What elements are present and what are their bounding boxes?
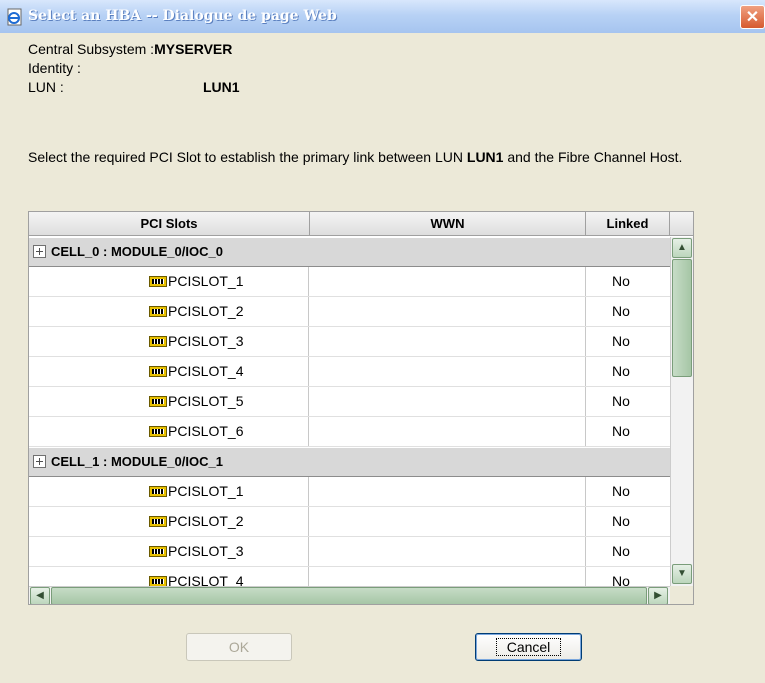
pci-slot-cell: PCISLOT_2 xyxy=(29,297,309,326)
central-subsystem-label: Central Subsystem : xyxy=(28,41,155,57)
identity-label: Identity : xyxy=(28,60,81,76)
ok-button[interactable]: OK xyxy=(186,633,292,661)
table-row[interactable]: PCISLOT_5 No xyxy=(29,387,670,417)
ie-page-icon xyxy=(7,8,22,26)
table-row[interactable]: PCISLOT_4 No xyxy=(29,357,670,387)
window-title: Select an HBA -- Dialogue de page Web xyxy=(28,8,337,24)
pci-card-icon xyxy=(149,276,167,287)
linked-cell: No xyxy=(612,273,630,289)
scroll-up-button[interactable]: ▲ xyxy=(672,238,692,258)
pci-slot-label: PCISLOT_1 xyxy=(168,483,244,499)
scroll-right-button[interactable]: ▶ xyxy=(648,587,668,604)
close-button[interactable]: ✕ xyxy=(740,5,765,29)
pci-slot-cell: PCISLOT_5 xyxy=(29,387,309,416)
horizontal-scrollbar[interactable]: ◀ ▶ xyxy=(29,586,670,604)
pci-card-icon xyxy=(149,306,167,317)
pci-slot-cell: PCISLOT_4 xyxy=(29,357,309,386)
cancel-button-label: Cancel xyxy=(495,638,562,656)
central-subsystem-value: MYSERVER xyxy=(154,41,233,57)
group-name: CELL_1 : MODULE_0/IOC_1 xyxy=(51,454,223,469)
wwn-cell xyxy=(309,417,586,446)
table-row[interactable]: PCISLOT_2 No xyxy=(29,297,670,327)
pci-slot-label: PCISLOT_3 xyxy=(168,543,244,559)
instruction-text: Select the required PCI Slot to establis… xyxy=(28,148,753,167)
pci-card-icon xyxy=(149,336,167,347)
pci-slot-label: PCISLOT_2 xyxy=(168,513,244,529)
linked-cell: No xyxy=(612,393,630,409)
wwn-cell xyxy=(309,267,586,296)
wwn-cell xyxy=(309,477,586,506)
pci-card-icon xyxy=(149,516,167,527)
expand-collapse-icon[interactable] xyxy=(33,245,46,258)
expand-collapse-icon[interactable] xyxy=(33,455,46,468)
pci-slot-cell: PCISLOT_2 xyxy=(29,507,309,536)
scroll-left-button[interactable]: ◀ xyxy=(30,587,50,604)
linked-cell: No xyxy=(612,543,630,559)
pci-slot-cell: PCISLOT_3 xyxy=(29,327,309,356)
pci-slot-cell: PCISLOT_3 xyxy=(29,537,309,566)
close-icon: ✕ xyxy=(745,9,760,26)
linked-cell: No xyxy=(612,513,630,529)
wwn-cell xyxy=(309,387,586,416)
dialog-window: Select an HBA -- Dialogue de page Web ✕ … xyxy=(0,0,765,683)
column-header-linked[interactable]: Linked xyxy=(586,212,670,236)
horizontal-scroll-thumb[interactable] xyxy=(51,587,647,604)
lun-line: LUN : LUN1 xyxy=(28,79,240,95)
instruction-part1: Select the required PCI Slot to establis… xyxy=(28,149,467,165)
header-spacer xyxy=(670,212,693,236)
vertical-scrollbar[interactable]: ▲ ▼ xyxy=(670,237,693,587)
pci-card-icon xyxy=(149,396,167,407)
central-subsystem-line: Central Subsystem :MYSERVER xyxy=(28,41,232,57)
linked-cell: No xyxy=(612,363,630,379)
linked-cell: No xyxy=(612,303,630,319)
lun-label: LUN : xyxy=(28,79,64,95)
pci-slot-label: PCISLOT_1 xyxy=(168,273,244,289)
table-row[interactable]: PCISLOT_1 No xyxy=(29,477,670,507)
table-row[interactable]: PCISLOT_1 No xyxy=(29,267,670,297)
instruction-lun: LUN1 xyxy=(466,149,504,165)
column-header-wwn[interactable]: WWN xyxy=(310,212,586,236)
pci-slot-cell: PCISLOT_1 xyxy=(29,267,309,296)
cancel-button[interactable]: Cancel xyxy=(475,633,582,661)
pci-slot-cell: PCISLOT_6 xyxy=(29,417,309,446)
pci-slot-label: PCISLOT_3 xyxy=(168,333,244,349)
title-bar[interactable]: Select an HBA -- Dialogue de page Web ✕ xyxy=(0,0,765,33)
pci-slot-cell: PCISLOT_1 xyxy=(29,477,309,506)
pci-card-icon xyxy=(149,546,167,557)
pci-slot-label: PCISLOT_2 xyxy=(168,303,244,319)
table-row[interactable]: PCISLOT_3 No xyxy=(29,537,670,567)
group-row-cell-0[interactable]: CELL_0 : MODULE_0/IOC_0 xyxy=(29,237,670,267)
scroll-down-button[interactable]: ▼ xyxy=(672,564,692,584)
linked-cell: No xyxy=(612,333,630,349)
pci-card-icon xyxy=(149,486,167,497)
pci-slot-table: PCI Slots WWN Linked CELL_0 : MODULE_0/I… xyxy=(28,211,694,605)
wwn-cell xyxy=(309,537,586,566)
pci-card-icon xyxy=(149,426,167,437)
pci-slot-label: PCISLOT_4 xyxy=(168,363,244,379)
linked-cell: No xyxy=(612,483,630,499)
group-row-cell-1[interactable]: CELL_1 : MODULE_0/IOC_1 xyxy=(29,447,670,477)
pci-slot-label: PCISLOT_5 xyxy=(168,393,244,409)
vertical-scroll-thumb[interactable] xyxy=(672,259,692,377)
column-header-pci-slots[interactable]: PCI Slots xyxy=(29,212,310,236)
wwn-cell xyxy=(309,327,586,356)
table-row[interactable]: PCISLOT_3 No xyxy=(29,327,670,357)
pci-card-icon xyxy=(149,366,167,377)
linked-cell: No xyxy=(612,423,630,439)
table-row[interactable]: PCISLOT_2 No xyxy=(29,507,670,537)
lun-value: LUN1 xyxy=(203,79,240,95)
group-name: CELL_0 : MODULE_0/IOC_0 xyxy=(51,244,223,259)
pci-slot-label: PCISLOT_6 xyxy=(168,423,244,439)
wwn-cell xyxy=(309,357,586,386)
table-row[interactable]: PCISLOT_6 No xyxy=(29,417,670,447)
wwn-cell xyxy=(309,297,586,326)
wwn-cell xyxy=(309,507,586,536)
instruction-part2: and the Fibre Channel Host. xyxy=(503,149,683,165)
scrollbar-corner xyxy=(670,586,693,604)
